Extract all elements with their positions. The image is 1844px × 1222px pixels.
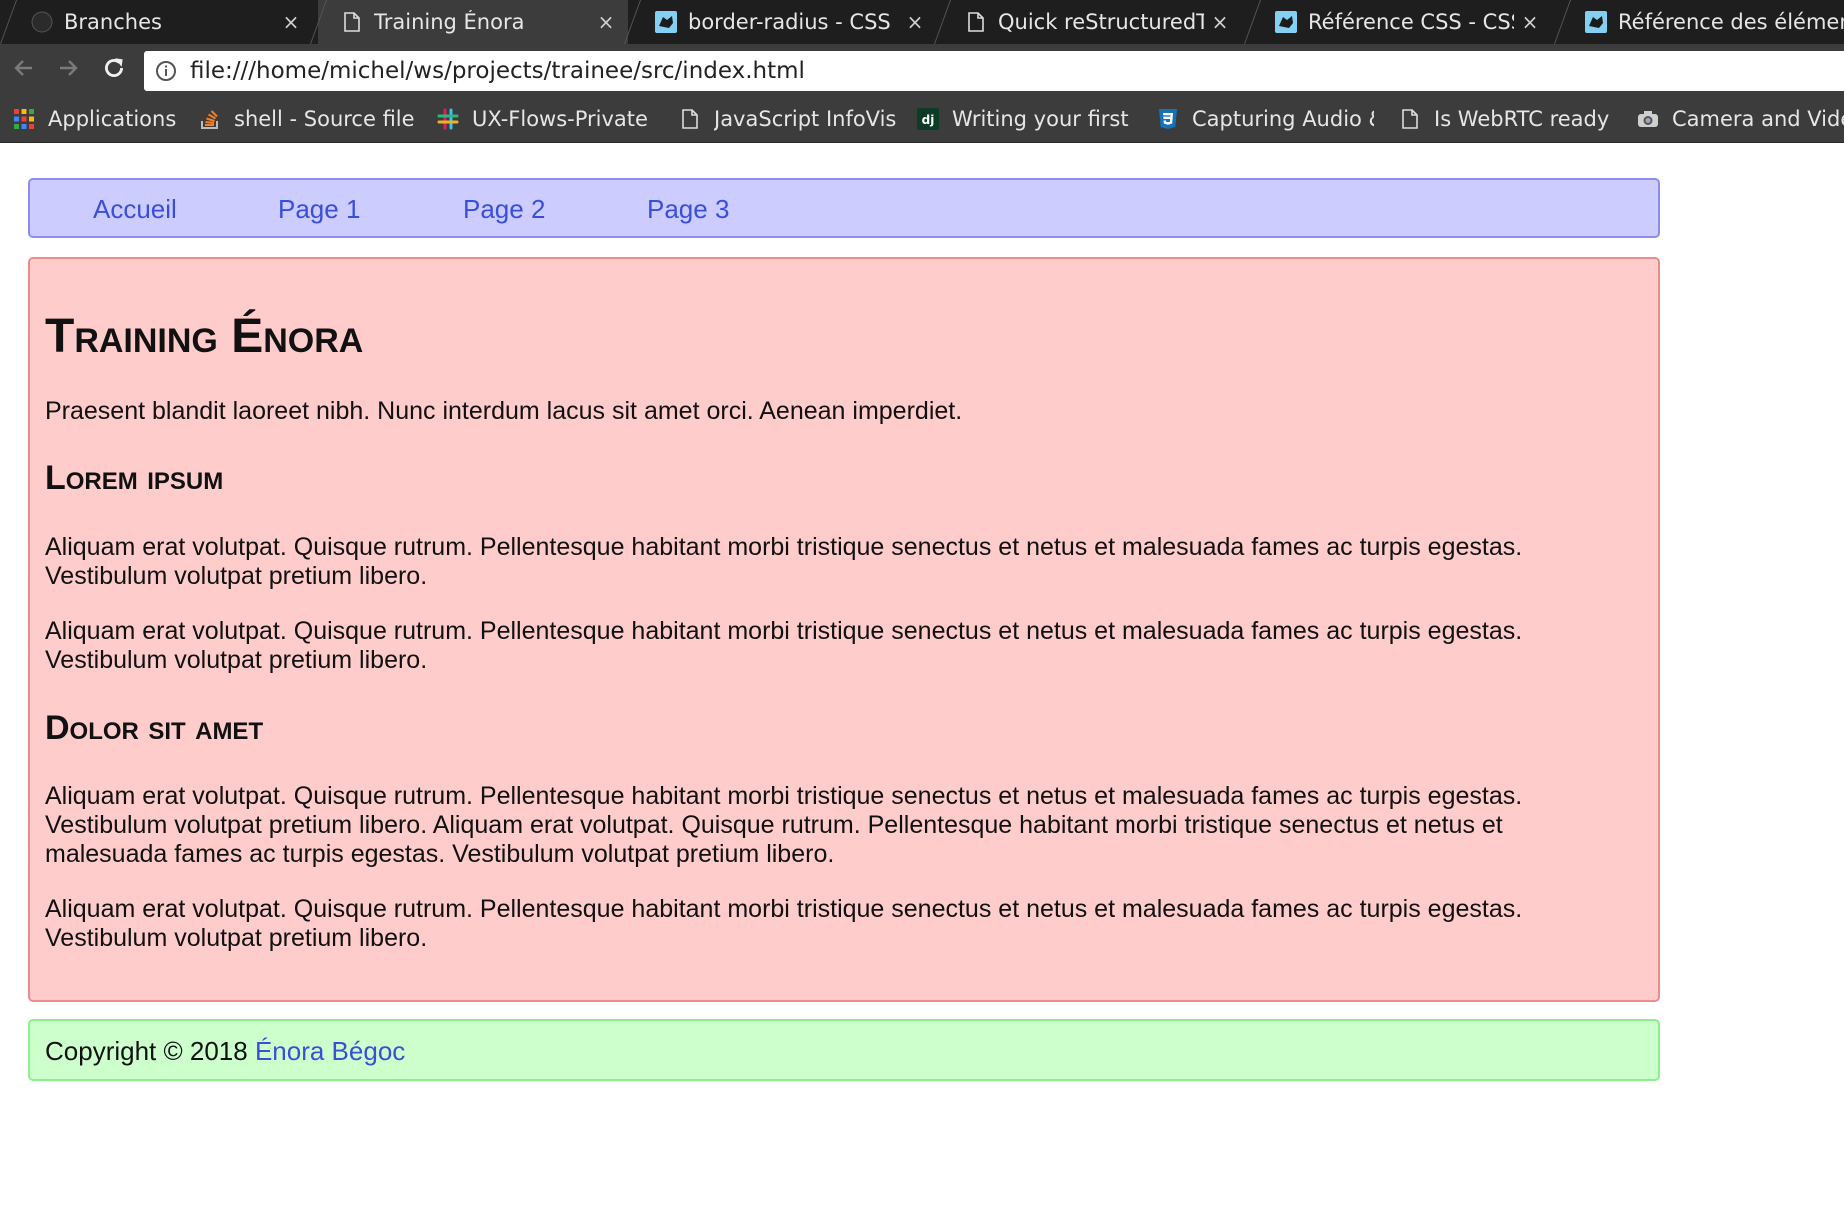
copyright-text: Copyright © 2018: [45, 1036, 248, 1066]
close-icon[interactable]: ×: [1520, 10, 1540, 34]
tab-training-enora[interactable]: Training Énora ×: [318, 0, 628, 44]
info-icon[interactable]: [154, 59, 178, 83]
tab-title: Référence des éléments: [1618, 10, 1844, 34]
bookmark-label: Camera and Video: [1672, 107, 1844, 131]
forward-button[interactable]: [52, 54, 84, 86]
bookmark-writing-your-first[interactable]: dj Writing your first: [916, 96, 1134, 142]
paragraph: Aliquam erat volutpat. Quisque rutrum. P…: [45, 895, 1523, 952]
close-icon[interactable]: ×: [596, 10, 616, 34]
nav-link-page-1[interactable]: Page 1: [278, 194, 360, 225]
tab-strip: Branches × Training Énora × border-radiu…: [0, 0, 1844, 44]
mdn-icon: [654, 10, 678, 34]
nav-link-page-3[interactable]: Page 3: [647, 194, 729, 225]
bookmark-label: Writing your first: [952, 107, 1129, 131]
file-icon: [678, 107, 702, 131]
bookmark-shell-source[interactable]: shell - Source file: [198, 96, 416, 142]
close-icon[interactable]: ×: [905, 10, 925, 34]
intro-paragraph: Praesent blandit laoreet nibh. Nunc inte…: [45, 397, 963, 425]
author-link[interactable]: Énora Bégoc: [255, 1036, 405, 1066]
site-nav: Accueil Page 1 Page 2 Page 3: [28, 178, 1660, 238]
section-heading-lorem-ipsum: Lorem ipsum: [45, 459, 224, 497]
paragraph: Aliquam erat volutpat. Quisque rutrum. P…: [45, 533, 1523, 590]
nav-link-accueil[interactable]: Accueil: [93, 194, 177, 225]
stackoverflow-icon: [198, 107, 222, 131]
bookmark-label: UX-Flows-Private: [472, 107, 648, 131]
tab-quick-restructuredtext[interactable]: Quick reStructuredText ×: [942, 0, 1242, 44]
reload-icon: [101, 55, 127, 85]
tab-title: Branches: [64, 10, 162, 34]
page-title: Training Énora: [45, 310, 364, 363]
bookmark-label: shell - Source file: [234, 107, 415, 131]
css3-icon: [1156, 107, 1180, 131]
paragraph: Aliquam erat volutpat. Quisque rutrum. P…: [45, 782, 1523, 868]
mdn-icon: [1274, 10, 1298, 34]
tab-title: Training Énora: [374, 10, 525, 34]
tab-title: Référence CSS - CSS: [1308, 10, 1514, 34]
file-icon: [964, 10, 988, 34]
tab-title: Quick reStructuredText: [998, 10, 1204, 34]
slack-icon: [436, 107, 460, 131]
svg-text:dj: dj: [922, 113, 935, 127]
camera-icon: [1636, 107, 1660, 131]
arrow-left-icon: [12, 56, 36, 84]
file-icon: [340, 10, 364, 34]
file-icon: [1398, 107, 1422, 131]
tab-reference-elements[interactable]: Référence des éléments: [1562, 0, 1844, 44]
tab-branches[interactable]: Branches ×: [8, 0, 313, 44]
bookmark-camera-and-video[interactable]: Camera and Video: [1636, 96, 1844, 142]
bookmark-label: Capturing Audio &: [1192, 107, 1374, 131]
bookmark-capturing-audio[interactable]: Capturing Audio &: [1156, 96, 1374, 142]
close-icon[interactable]: ×: [1210, 10, 1230, 34]
reload-button[interactable]: [98, 54, 130, 86]
page-viewport: Accueil Page 1 Page 2 Page 3 Training Én…: [0, 143, 1844, 1222]
bookmark-ux-flows[interactable]: UX-Flows-Private: [436, 96, 652, 142]
tab-title: border-radius - CSS: [688, 10, 891, 34]
bookmark-javascript-infovis[interactable]: JavaScript InfoVis: [678, 96, 896, 142]
apps-grid-icon: [12, 107, 36, 131]
tab-border-radius[interactable]: border-radius - CSS ×: [632, 0, 937, 44]
nav-link-page-2[interactable]: Page 2: [463, 194, 545, 225]
url-text[interactable]: file:///home/michel/ws/projects/trainee/…: [190, 58, 805, 84]
bookmarks-bar: Applications shell - Source file UX-Flow…: [0, 96, 1844, 143]
browser-toolbar: file:///home/michel/ws/projects/trainee/…: [0, 44, 1844, 96]
close-icon[interactable]: ×: [281, 10, 301, 34]
main-content: Training Énora Praesent blandit laoreet …: [28, 257, 1660, 1002]
bookmark-label: Is WebRTC ready: [1434, 107, 1610, 131]
copyright-line: Copyright © 2018 Énora Bégoc: [45, 1036, 405, 1067]
github-icon: [30, 10, 54, 34]
mdn-icon: [1584, 10, 1608, 34]
page-footer: Copyright © 2018 Énora Bégoc: [28, 1019, 1660, 1081]
back-button[interactable]: [8, 54, 40, 86]
section-heading-dolor-sit-amet: Dolor sit amet: [45, 709, 264, 747]
bookmark-applications[interactable]: Applications: [12, 96, 182, 142]
bookmark-is-webrtc-ready[interactable]: Is WebRTC ready: [1398, 96, 1610, 142]
arrow-right-icon: [56, 56, 80, 84]
bookmark-label: JavaScript InfoVis: [714, 107, 896, 131]
django-icon: dj: [916, 107, 940, 131]
address-bar[interactable]: file:///home/michel/ws/projects/trainee/…: [144, 51, 1844, 91]
tab-reference-css[interactable]: Référence CSS - CSS ×: [1252, 0, 1552, 44]
paragraph: Aliquam erat volutpat. Quisque rutrum. P…: [45, 617, 1523, 674]
bookmark-label: Applications: [48, 107, 177, 131]
